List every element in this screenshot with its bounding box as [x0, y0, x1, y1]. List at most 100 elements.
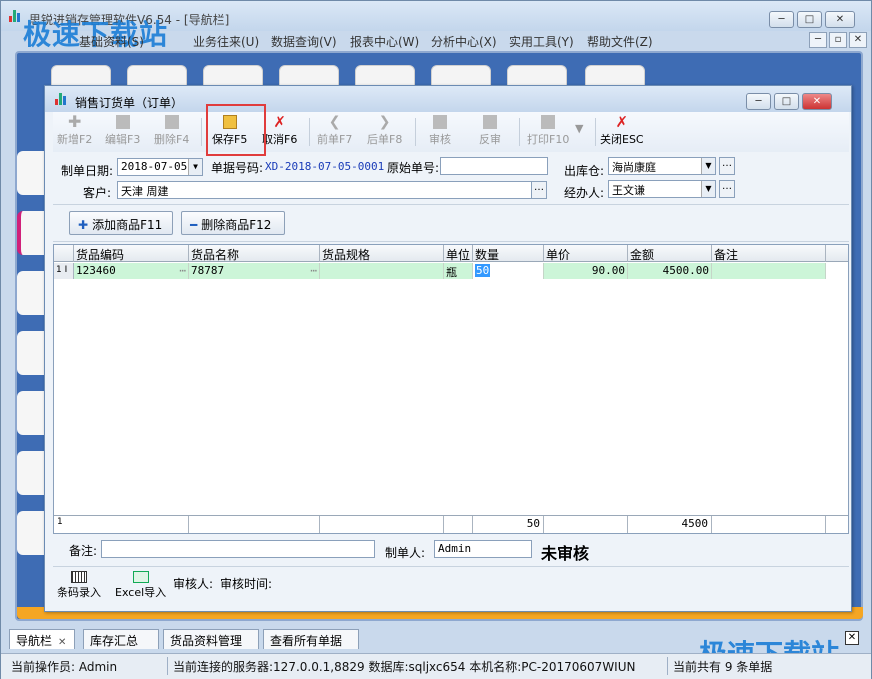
cell-amount[interactable]: 4500.00: [628, 263, 712, 279]
summary-count: 1: [54, 516, 189, 533]
mdi-controls: ─ ▫ ✕: [809, 32, 867, 48]
chevron-down-icon[interactable]: ▼: [701, 158, 715, 174]
maximize-button[interactable]: □: [797, 11, 822, 28]
cell-price[interactable]: 90.00: [544, 263, 628, 279]
handler-lookup-button[interactable]: …: [719, 180, 735, 198]
warehouse-label: 出库仓:: [564, 164, 605, 178]
tab-all-documents[interactable]: 查看所有单据: [263, 629, 359, 649]
close-tab-button[interactable]: ✕: [845, 631, 859, 645]
bottom-tools: 条码录入 Excel导入 审核人: 审核时间:: [53, 566, 849, 610]
child-close-button[interactable]: ✕: [802, 93, 832, 110]
child-maximize-button[interactable]: □: [774, 93, 799, 110]
customer-field[interactable]: 天津 周建: [117, 181, 547, 199]
edit-button[interactable]: 编辑F3: [105, 115, 140, 151]
ellipsis-icon[interactable]: ⋯: [179, 264, 186, 277]
status-operator: 当前操作员: Admin: [11, 660, 118, 674]
close-window-button[interactable]: ✗ 关闭ESC: [600, 115, 644, 151]
menu-analysis[interactable]: 分析中心(X): [431, 33, 497, 50]
handler-select[interactable]: 王文谦 ▼: [608, 180, 716, 198]
statusbar: 当前操作员: Admin 当前连接的服务器:127.0.0.1,8829 数据库…: [1, 653, 871, 679]
minimize-button[interactable]: ─: [769, 11, 794, 28]
table-row[interactable]: 1 I 123460 ⋯ 78787 ⋯ 瓶 50 90.00 4500.00: [54, 263, 848, 279]
mdi-minimize-button[interactable]: ─: [809, 32, 827, 48]
summary-qty: 50: [473, 516, 544, 533]
chevron-down-icon[interactable]: ▼: [188, 159, 202, 175]
close-icon[interactable]: ✕: [58, 637, 66, 648]
audit-button[interactable]: 审核: [429, 115, 451, 151]
cell-name[interactable]: 78787 ⋯: [189, 263, 320, 279]
warehouse-select[interactable]: 海尚康庭 ▼: [608, 157, 716, 175]
edit-icon: [115, 115, 130, 129]
cancel-x-icon: ✗: [273, 113, 286, 131]
col-header-name[interactable]: 货品名称: [189, 245, 320, 262]
printer-icon: [541, 115, 556, 129]
barcode-entry-button[interactable]: 条码录入: [57, 571, 101, 600]
menu-tools[interactable]: 实用工具(Y): [509, 33, 574, 50]
tab-inventory-summary[interactable]: 库存汇总: [83, 629, 159, 649]
tab-goods-management[interactable]: 货品资料管理: [163, 629, 259, 649]
next-label: 后单F8: [367, 133, 403, 146]
cell-unit[interactable]: 瓶: [444, 263, 473, 279]
maker-field: Admin: [434, 540, 532, 558]
warehouse-lookup-button[interactable]: …: [719, 157, 735, 175]
child-minimize-button[interactable]: ─: [746, 93, 771, 110]
summary-blank: [544, 516, 628, 533]
col-header-note[interactable]: 备注: [712, 245, 826, 262]
excel-icon: [132, 571, 149, 583]
summary-amount: 4500: [628, 516, 712, 533]
cell-qty[interactable]: 50: [473, 263, 544, 279]
col-header-qty[interactable]: 数量: [473, 245, 544, 262]
tab-navigation[interactable]: 导航栏 ✕: [9, 629, 75, 649]
ellipsis-icon[interactable]: ⋯: [310, 264, 317, 277]
prev-label: 前单F7: [317, 133, 353, 146]
col-header-unit[interactable]: 单位: [444, 245, 473, 262]
mdi-restore-button[interactable]: ▫: [829, 32, 847, 48]
close-button[interactable]: ✕: [825, 11, 855, 28]
close-label: 关闭ESC: [600, 133, 644, 146]
remark-area: 备注: 制单人: Admin 未审核: [53, 534, 849, 563]
menu-reports[interactable]: 报表中心(W): [350, 33, 419, 50]
cell-code[interactable]: 123460 ⋯: [74, 263, 189, 279]
maker-value: Admin: [438, 542, 472, 555]
menu-business[interactable]: 业务往来(U): [193, 33, 259, 50]
original-no-field[interactable]: [440, 157, 548, 175]
prev-button[interactable]: ❮ 前单F7: [317, 115, 352, 151]
delete-button[interactable]: 删除F4: [154, 115, 189, 151]
mdi-close-button[interactable]: ✕: [849, 32, 867, 48]
summary-blank: [712, 516, 826, 533]
col-header-amount[interactable]: 金额: [628, 245, 712, 262]
new-button[interactable]: ✚ 新增F2: [57, 114, 93, 151]
add-goods-button[interactable]: ✚ 添加商品F11: [69, 211, 173, 235]
print-button[interactable]: 打印F10: [527, 115, 569, 151]
order-toolbar: ✚ 新增F2 编辑F3 删除F4 保存F5 ✗ 取消F6 ❮ 前单F7 ❯ 后单F8 审…: [53, 112, 849, 152]
close-x-icon: ✗: [615, 113, 629, 131]
order-window-icon: [55, 93, 69, 105]
col-header-price[interactable]: 单价: [544, 245, 628, 262]
menu-help[interactable]: 帮助文件(Z): [587, 33, 653, 50]
minus-icon: ━: [190, 218, 198, 232]
cell-note[interactable]: [712, 263, 826, 279]
col-header-code[interactable]: 货品编码: [74, 245, 189, 262]
menu-query[interactable]: 数据查询(V): [271, 33, 337, 50]
col-header-spec[interactable]: 货品规格: [320, 245, 444, 262]
add-goods-label: 添加商品F11: [92, 218, 163, 232]
unaudit-button[interactable]: 反审: [479, 115, 501, 151]
status-count: 当前共有 9 条单据: [673, 660, 773, 674]
customer-lookup-button[interactable]: …: [531, 181, 547, 199]
chevron-down-icon[interactable]: ▼: [701, 181, 715, 197]
excel-import-button[interactable]: Excel导入: [115, 571, 166, 600]
new-label: 新增F2: [57, 133, 93, 146]
text-cursor-icon: I: [61, 265, 68, 275]
summary-blank: [320, 516, 444, 533]
next-button[interactable]: ❯ 后单F8: [367, 115, 402, 151]
cancel-button[interactable]: ✗ 取消F6: [262, 115, 297, 151]
remove-goods-button[interactable]: ━ 删除商品F12: [181, 211, 285, 235]
date-field[interactable]: 2018-07-05 ▼: [117, 158, 203, 176]
remark-field[interactable]: [101, 540, 375, 558]
menu-basic[interactable]: 基础资料(S): [79, 33, 144, 50]
unaudit-label: 反审: [479, 133, 501, 146]
cell-spec[interactable]: [320, 263, 444, 279]
summary-blank: [444, 516, 473, 533]
barcode-label: 条码录入: [57, 586, 101, 599]
print-dropdown-arrow[interactable]: ▼: [575, 122, 583, 158]
